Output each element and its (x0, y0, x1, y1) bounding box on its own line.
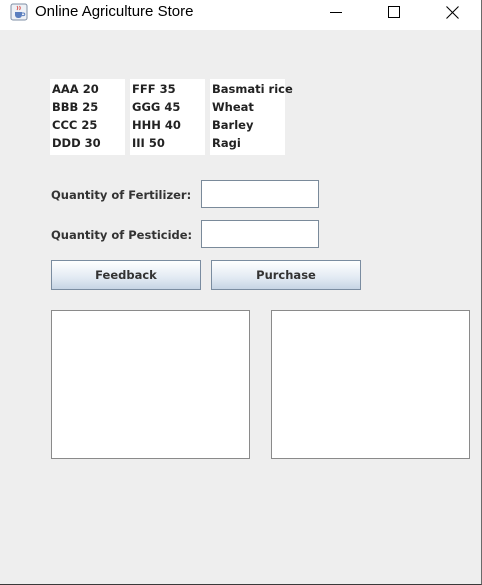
pesticide-quantity-field[interactable] (201, 220, 319, 248)
list-item[interactable]: CCC 25 (52, 116, 97, 134)
close-icon (445, 5, 459, 19)
pesticide-quantity-label: Quantity of Pesticide: (51, 228, 193, 242)
fertilizer-quantity-label: Quantity of Fertilizer: (51, 188, 192, 202)
window-title: Online Agriculture Store (35, 3, 194, 20)
crop-list[interactable]: Basmati rice Wheat Barley Ragi (210, 79, 293, 155)
list-item[interactable]: Ragi (212, 134, 241, 152)
list-item[interactable]: AAA 20 (52, 80, 99, 98)
close-button[interactable] (429, 0, 475, 24)
minimize-button[interactable] (313, 0, 359, 24)
list-item[interactable]: HHH 40 (132, 116, 181, 134)
minimize-icon (330, 12, 342, 13)
right-output-area[interactable] (271, 310, 470, 459)
list-item[interactable]: Basmati rice (212, 80, 293, 98)
list-item[interactable]: Barley (212, 116, 253, 134)
app-window: Online Agriculture Store AAA 20 BBB 25 C… (0, 0, 482, 585)
title-bar[interactable]: Online Agriculture Store (0, 0, 481, 30)
purchase-button[interactable]: Purchase (211, 260, 361, 290)
pesticide-list[interactable]: FFF 35 GGG 45 HHH 40 III 50 (130, 79, 205, 155)
fertilizer-list[interactable]: AAA 20 BBB 25 CCC 25 DDD 30 (50, 79, 125, 155)
list-item[interactable]: Wheat (212, 98, 254, 116)
java-cup-icon (10, 3, 28, 21)
list-item[interactable]: DDD 30 (52, 134, 101, 152)
list-item[interactable]: III 50 (132, 134, 165, 152)
list-item[interactable]: BBB 25 (52, 98, 98, 116)
fertilizer-quantity-field[interactable] (201, 180, 319, 208)
feedback-button[interactable]: Feedback (51, 260, 201, 290)
maximize-button[interactable] (371, 0, 417, 24)
list-item[interactable]: FFF 35 (132, 80, 176, 98)
left-output-area[interactable] (51, 310, 250, 459)
list-item[interactable]: GGG 45 (132, 98, 180, 116)
maximize-icon (388, 6, 400, 18)
